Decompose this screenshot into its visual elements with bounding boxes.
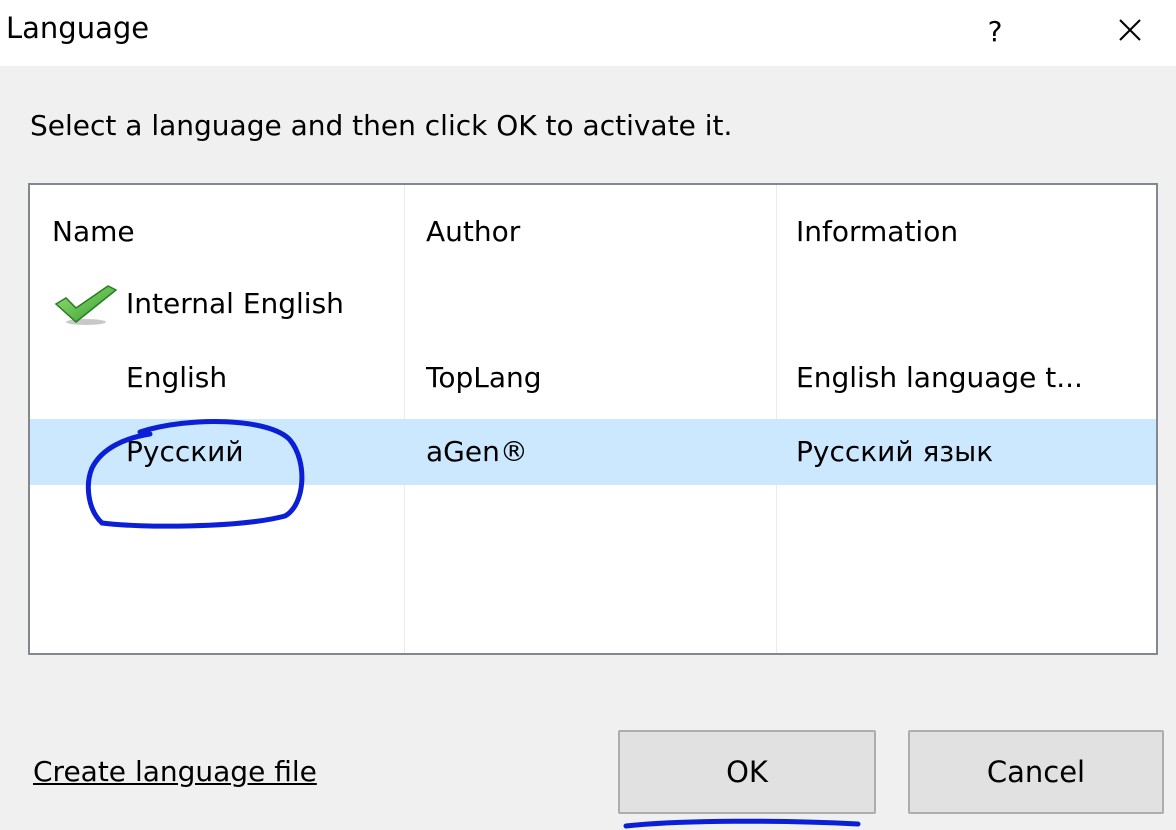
language-information: English language t... — [796, 361, 1083, 394]
ok-button[interactable]: OK — [618, 730, 876, 814]
language-list[interactable]: Name Author Information Internal English… — [28, 183, 1158, 655]
annotation-underline — [623, 818, 861, 829]
language-author: aGen® — [426, 435, 528, 468]
column-header-information[interactable]: Information — [796, 199, 1146, 265]
language-author: TopLang — [426, 361, 542, 394]
language-information — [796, 271, 1146, 337]
language-name: Internal English — [126, 287, 344, 320]
checkmark-icon — [54, 285, 118, 325]
language-name: English — [126, 361, 228, 394]
cancel-button[interactable]: Cancel — [908, 730, 1164, 814]
list-item-english[interactable]: English TopLang English language t... — [30, 345, 1156, 411]
create-language-file-link[interactable]: Create language file — [33, 752, 317, 792]
list-header: Name Author Information — [30, 199, 1156, 265]
close-icon — [1119, 19, 1141, 41]
window-title: Language — [6, 11, 150, 45]
title-bar: Language ? — [0, 0, 1176, 66]
list-item-internal-english[interactable]: Internal English — [30, 271, 1156, 337]
language-name: Русский — [126, 435, 244, 468]
help-button[interactable]: ? — [980, 12, 1010, 52]
close-button[interactable] — [1100, 4, 1160, 54]
language-author — [426, 271, 766, 337]
column-header-author[interactable]: Author — [426, 199, 766, 265]
column-header-name[interactable]: Name — [52, 199, 392, 265]
list-item-russian[interactable]: Русский aGen® Русский язык — [30, 419, 1156, 485]
language-information: Русский язык — [796, 435, 994, 468]
instruction-text: Select a language and then click OK to a… — [30, 109, 733, 142]
